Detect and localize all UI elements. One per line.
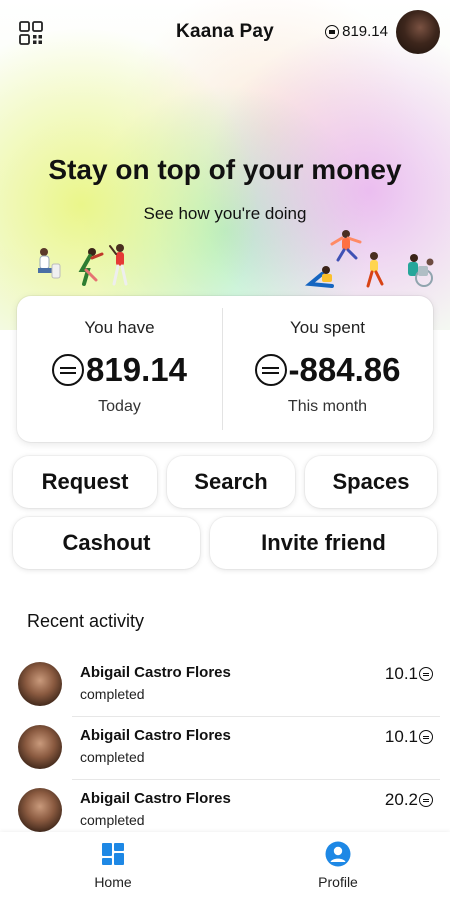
hero-title: Stay on top of your money	[48, 154, 402, 185]
activity-amount: 10.1	[385, 727, 433, 747]
currency-icon	[254, 354, 287, 386]
activity-amount-value: 10.1	[384, 664, 418, 683]
header-balance-value: 819.14	[342, 23, 388, 40]
currency-icon	[325, 24, 340, 39]
avatar	[18, 788, 62, 832]
search-button[interactable]: Search	[167, 456, 295, 508]
nav-home-label: Home	[94, 874, 132, 890]
header-balance: 819.14	[325, 23, 388, 40]
cashout-button[interactable]: Cashout	[13, 517, 200, 569]
nav-home[interactable]: Home	[53, 832, 173, 900]
avatar	[18, 662, 62, 706]
people-illustration-right	[305, 230, 434, 288]
bottom-navigation: Home Profile	[0, 832, 450, 900]
dashboard-icon	[102, 843, 124, 865]
nav-profile-label: Profile	[318, 874, 358, 890]
you-spent-period: This month	[287, 398, 368, 415]
divider	[222, 308, 223, 430]
spaces-button[interactable]: Spaces	[305, 456, 437, 508]
activity-name: Abigail Castro Flores	[80, 727, 231, 744]
activity-status: completed	[80, 749, 145, 765]
you-spent-label: You spent	[290, 318, 365, 337]
activity-name: Abigail Castro Flores	[80, 664, 231, 681]
you-have-label: You have	[84, 318, 155, 337]
activity-row[interactable]: Abigail Castro Flores completed 10.1	[0, 717, 450, 780]
activity-status: completed	[80, 686, 145, 702]
activity-status: completed	[80, 812, 145, 828]
activity-amount: 10.1	[385, 664, 433, 684]
you-spent-value: -884.86	[288, 351, 401, 388]
currency-icon	[419, 793, 433, 807]
activity-row[interactable]: Abigail Castro Flores completed 10.1	[0, 654, 450, 717]
hero-subtitle: See how you're doing	[143, 204, 307, 223]
avatar[interactable]	[396, 10, 440, 54]
activity-amount-value: 10.1	[384, 727, 418, 746]
invite-friend-button[interactable]: Invite friend	[210, 517, 437, 569]
avatar	[18, 725, 62, 769]
you-spent-panel: You spent -884.86 This month	[225, 296, 430, 442]
activity-amount-value: 20.2	[384, 790, 418, 809]
balance-summary-card: You have 819.14 Today You spent -884.86 …	[17, 296, 433, 442]
you-have-period: Today	[98, 398, 141, 415]
top-bar: Kaana Pay 819.14	[0, 0, 450, 62]
nav-profile[interactable]: Profile	[278, 832, 398, 900]
you-have-value: 819.14	[86, 351, 187, 388]
currency-icon	[52, 354, 85, 386]
currency-icon	[419, 667, 433, 681]
recent-activity-title: Recent activity	[27, 611, 145, 631]
request-button[interactable]: Request	[13, 456, 157, 508]
you-have-amount: 819.14	[17, 351, 222, 389]
you-have-panel: You have 819.14 Today	[17, 296, 222, 442]
activity-name: Abigail Castro Flores	[80, 790, 231, 807]
currency-icon	[419, 730, 433, 744]
person-icon	[325, 841, 351, 867]
people-illustration-left	[38, 244, 128, 286]
activity-amount: 20.2	[385, 790, 433, 810]
you-spent-amount: -884.86	[225, 351, 430, 389]
